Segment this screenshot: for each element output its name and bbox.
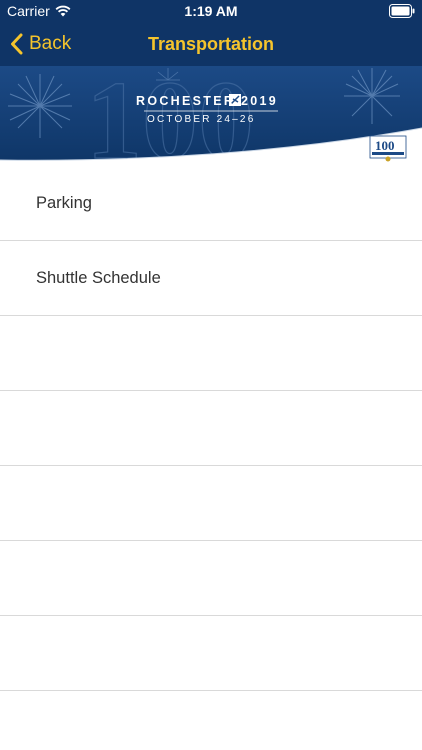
page-title: Transportation: [147, 34, 274, 54]
list-item-shuttle-schedule[interactable]: Shuttle Schedule: [0, 241, 422, 316]
event-banner: 100 100 ROCHESTER 2019 OCTOBER 24–26: [0, 66, 422, 166]
list-item: [0, 616, 422, 691]
banner-text: ROCHESTER 2019 OCTOBER 24–26: [0, 66, 422, 166]
battery-icon: [389, 4, 415, 18]
banner-dates: OCTOBER 24–26: [147, 114, 256, 125]
status-time: 1:19 AM: [184, 3, 238, 19]
status-bar: Carrier 1:19 AM: [0, 0, 422, 22]
transportation-list: Parking Shuttle Schedule: [0, 166, 422, 750]
list-item: [0, 541, 422, 616]
list-item: [0, 316, 422, 391]
list-item-label: Shuttle Schedule: [36, 269, 161, 287]
list-item: [0, 391, 422, 466]
top-bar: Carrier 1:19 AM Back Transportation: [0, 0, 422, 66]
navigation-bar: Back Transportation: [0, 22, 422, 66]
list-item-parking[interactable]: Parking: [0, 166, 422, 241]
app-screen: Carrier 1:19 AM Back Transportation 100 …: [0, 0, 422, 750]
list-item: [0, 691, 422, 750]
list-item: [0, 466, 422, 541]
list-item-label: Parking: [36, 194, 92, 212]
banner-city-year: ROCHESTER 2019: [136, 94, 278, 108]
